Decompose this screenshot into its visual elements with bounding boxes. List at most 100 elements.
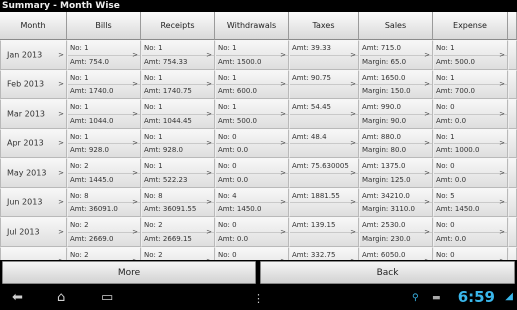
- withdrawals-cell[interactable]: No: 1 Amt: 1500.0 >: [215, 40, 289, 70]
- bills-cell[interactable]: No: 1 Amt: 1740.0 >: [67, 69, 141, 99]
- withdrawals-cell[interactable]: No: 0 Amt: 0.0 >: [215, 217, 289, 247]
- sales-cell[interactable]: Amt: 2530.0 Margin: 230.0 >: [359, 217, 433, 247]
- receipts-cell[interactable]: No: 1 Amt: 522.23 >: [141, 158, 215, 188]
- sales-line2: Margin: 90.0: [362, 116, 407, 125]
- screen-title: Summary - Month Wise: [0, 0, 517, 12]
- sales-cell[interactable]: Amt: 6050.0>: [359, 246, 433, 260]
- withdrawals-cell[interactable]: No: 0 Amt: 0.0 >: [215, 128, 289, 158]
- receipts-cell[interactable]: No: 2 Amt: 2669.15 >: [141, 217, 215, 247]
- chevron-right-icon: >: [424, 139, 430, 148]
- header-withdrawals: Withdrawals: [215, 12, 289, 40]
- receipts-cell[interactable]: No: 8 Amt: 36091.55 >: [141, 187, 215, 217]
- cell-divider: [142, 172, 214, 174]
- chevron-right-icon: >: [206, 80, 212, 89]
- withdrawals-cell[interactable]: No: 1 Amt: 500.0 >: [215, 99, 289, 129]
- bills-cell[interactable]: No: 2 Amt: 1445.0 >: [67, 158, 141, 188]
- receipts-cell[interactable]: No: 1 Amt: 1044.45 >: [141, 99, 215, 129]
- bills-cell[interactable]: No: 2 Amt: 2669.0 >: [67, 217, 141, 247]
- more-button[interactable]: More: [2, 261, 256, 284]
- cell-divider: [216, 54, 288, 56]
- recent-apps-icon[interactable]: ▭: [101, 291, 113, 304]
- withdrawals-cell[interactable]: No: 0>: [215, 246, 289, 260]
- chevron-right-icon: >: [499, 168, 505, 177]
- receipts-line1: No: 8: [144, 191, 163, 200]
- bills-cell[interactable]: No: 2>: [67, 246, 141, 260]
- sales-cell[interactable]: Amt: 34210.0 Margin: 3110.0 >: [359, 187, 433, 217]
- receipts-line1: No: 1: [144, 103, 163, 111]
- expense-cell[interactable]: No: 1 Amt: 1000.0 >: [433, 128, 508, 158]
- sales-cell[interactable]: Amt: 715.0 Margin: 65.0 >: [359, 40, 433, 70]
- taxes-cell[interactable]: Amt: 90.75 >: [289, 69, 359, 99]
- bills-line1: No: 1: [70, 73, 89, 82]
- month-cell[interactable]: Jul 2013 >: [0, 217, 67, 247]
- cell-divider: [290, 231, 358, 233]
- receipts-line1: No: 1: [144, 73, 163, 82]
- taxes-cell[interactable]: Amt: 48.4 >: [289, 128, 359, 158]
- chevron-right-icon: >: [132, 109, 138, 118]
- month-cell[interactable]: Mar 2013 >: [0, 99, 67, 129]
- withdrawals-cell[interactable]: No: 4 Amt: 1450.0 >: [215, 187, 289, 217]
- chevron-right-icon: >: [132, 227, 138, 236]
- header-receipts: Receipts: [141, 12, 215, 40]
- receipts-line1: No: 2: [144, 221, 163, 229]
- header-expense: Expense: [433, 12, 508, 40]
- back-nav-icon[interactable]: ⬅: [12, 291, 23, 304]
- back-button[interactable]: Back: [260, 261, 515, 284]
- sales-line2: Margin: 125.0: [362, 175, 411, 184]
- cell-divider: [142, 113, 214, 115]
- sales-cell[interactable]: Amt: 1375.0 Margin: 125.0 >: [359, 158, 433, 188]
- sales-cell[interactable]: Amt: 880.0 Margin: 80.0 >: [359, 128, 433, 158]
- taxes-line1: Amt: 1881.55: [292, 191, 340, 200]
- bills-cell[interactable]: No: 8 Amt: 36091.0 >: [67, 187, 141, 217]
- taxes-line1: Amt: 48.4: [292, 132, 327, 141]
- sales-cell[interactable]: Amt: 990.0 Margin: 90.0 >: [359, 99, 433, 129]
- taxes-cell[interactable]: Amt: 1881.55 >: [289, 187, 359, 217]
- expense-cell[interactable]: No: 0 Amt: 0.0 >: [433, 217, 508, 247]
- taxes-cell[interactable]: Amt: 39.33 >: [289, 40, 359, 70]
- cell-divider: [216, 84, 288, 86]
- receipts-cell[interactable]: No: 2>: [141, 246, 215, 260]
- taxes-cell[interactable]: Amt: 332.75>: [289, 246, 359, 260]
- withdrawals-cell[interactable]: No: 1 Amt: 600.0 >: [215, 69, 289, 99]
- overflow-cell: [508, 246, 517, 260]
- sales-cell[interactable]: Amt: 1650.0 Margin: 150.0 >: [359, 69, 433, 99]
- expense-cell[interactable]: No: 0>: [433, 246, 508, 260]
- month-cell[interactable]: Feb 2013 >: [0, 69, 67, 99]
- taxes-cell[interactable]: Amt: 139.15 >: [289, 217, 359, 247]
- chevron-right-icon: >: [280, 198, 286, 207]
- bills-cell[interactable]: No: 1 Amt: 754.0 >: [67, 40, 141, 70]
- month-cell[interactable]: Jun 2013 >: [0, 187, 67, 217]
- taxes-cell[interactable]: Amt: 54.45 >: [289, 99, 359, 129]
- bills-cell[interactable]: No: 1 Amt: 1044.0 >: [67, 99, 141, 129]
- receipts-line1: No: 1: [144, 44, 163, 52]
- withdrawals-line1: No: 0: [218, 132, 237, 141]
- month-cell[interactable]: >: [0, 246, 67, 260]
- month-cell[interactable]: Jan 2013 >: [0, 40, 67, 70]
- receipts-line2: Amt: 1740.75: [144, 87, 192, 95]
- chevron-right-icon: >: [499, 227, 505, 236]
- month-cell[interactable]: May 2013 >: [0, 158, 67, 188]
- withdrawals-cell[interactable]: No: 0 Amt: 0.0 >: [215, 158, 289, 188]
- withdrawals-line1: No: 0: [218, 162, 237, 170]
- expense-cell[interactable]: No: 1 Amt: 500.0 >: [433, 40, 508, 70]
- expense-cell[interactable]: No: 0 Amt: 0.0 >: [433, 158, 508, 188]
- expense-cell[interactable]: No: 1 Amt: 700.0 >: [433, 69, 508, 99]
- receipts-cell[interactable]: No: 1 Amt: 928.0 >: [141, 128, 215, 158]
- receipts-cell[interactable]: No: 1 Amt: 754.33 >: [141, 40, 215, 70]
- month-cell[interactable]: Apr 2013 >: [0, 128, 67, 158]
- chevron-right-icon: >: [424, 109, 430, 118]
- bills-line1: No: 2: [70, 250, 89, 259]
- menu-icon[interactable]: ⋮: [253, 292, 264, 305]
- cell-divider: [290, 84, 358, 86]
- chevron-right-icon: >: [424, 227, 430, 236]
- receipts-cell[interactable]: No: 1 Amt: 1740.75 >: [141, 69, 215, 99]
- chevron-right-icon: >: [58, 227, 64, 236]
- taxes-cell[interactable]: Amt: 75.630005 >: [289, 158, 359, 188]
- home-nav-icon[interactable]: ⌂: [57, 291, 65, 304]
- chevron-right-icon: >: [132, 80, 138, 89]
- expense-line1: No: 0: [436, 221, 455, 229]
- chevron-right-icon: >: [424, 80, 430, 89]
- bills-cell[interactable]: No: 1 Amt: 928.0 >: [67, 128, 141, 158]
- expense-cell[interactable]: No: 5 Amt: 1450.0 >: [433, 187, 508, 217]
- expense-cell[interactable]: No: 0 Amt: 0.0 >: [433, 99, 508, 129]
